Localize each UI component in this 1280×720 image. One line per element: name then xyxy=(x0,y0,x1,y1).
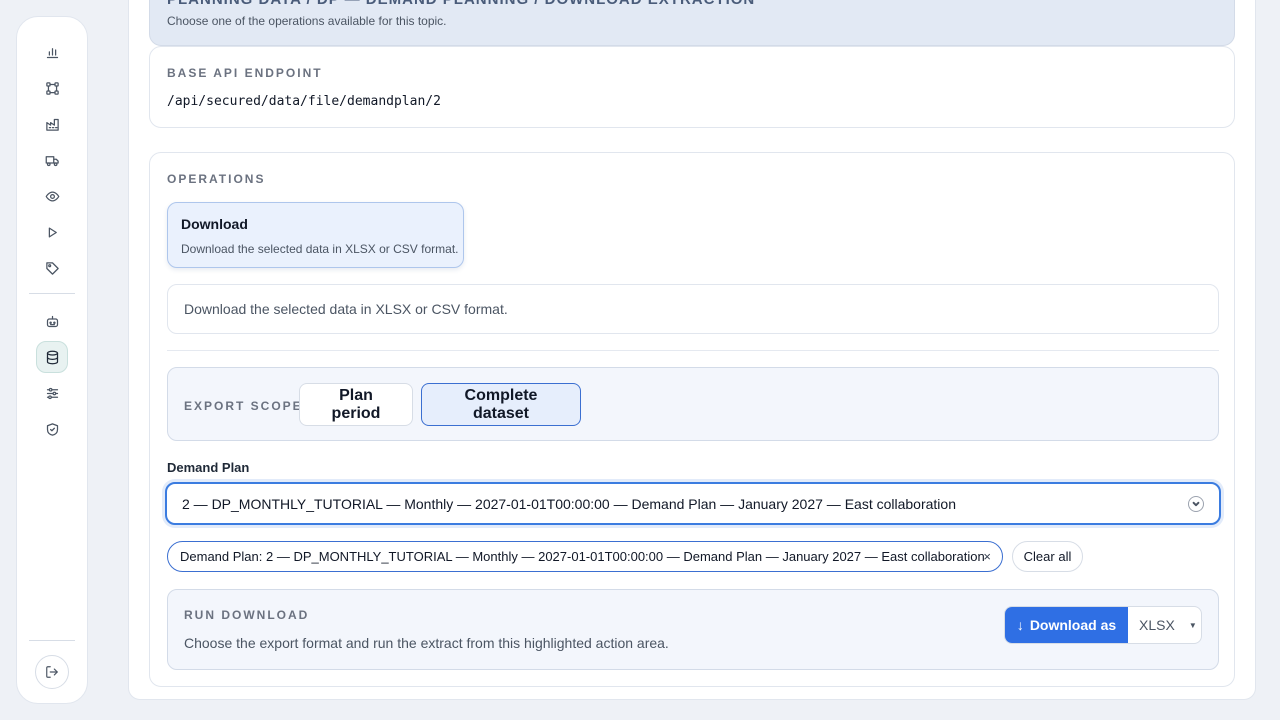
run-download-box: Run download Choose the export format an… xyxy=(167,589,1219,670)
format-value: XLSX xyxy=(1139,617,1175,633)
page-subtitle: Choose one of the operations available f… xyxy=(167,14,447,28)
truck-icon[interactable] xyxy=(36,144,68,176)
demand-plan-label: Demand Plan xyxy=(167,460,250,475)
operations-card: Operations Download Download the selecte… xyxy=(149,152,1235,687)
sliders-icon[interactable] xyxy=(36,377,68,409)
scope-complete-dataset-button[interactable]: Complete dataset xyxy=(421,383,581,426)
endpoint-value: /api/secured/data/file/demandplan/2 xyxy=(167,94,441,109)
operation-description-box: Download the selected data in XLSX or CS… xyxy=(167,284,1219,334)
sidebar-divider xyxy=(29,293,75,294)
download-button-group: ↓ Download as XLSX ▼ xyxy=(1004,606,1202,644)
run-download-label: Run download xyxy=(184,608,310,622)
logout-icon[interactable] xyxy=(35,655,69,689)
topic-header: PLANNING DATA / DP — DEMAND PLANNING / D… xyxy=(149,0,1235,46)
close-icon[interactable]: × xyxy=(983,549,991,564)
robot-icon[interactable] xyxy=(36,305,68,337)
download-as-button[interactable]: ↓ Download as xyxy=(1005,607,1128,643)
scope-plan-period-button[interactable]: Plan period xyxy=(299,383,413,426)
eye-icon[interactable] xyxy=(36,180,68,212)
play-icon[interactable] xyxy=(36,216,68,248)
sidebar-divider xyxy=(29,640,75,641)
operations-label: Operations xyxy=(167,172,266,186)
database-icon[interactable] xyxy=(36,341,68,373)
sidebar xyxy=(16,16,88,704)
network-icon[interactable] xyxy=(36,72,68,104)
caret-down-icon: ▼ xyxy=(1188,620,1197,630)
operation-download-tile[interactable]: Download Download the selected data in X… xyxy=(167,202,464,268)
page-title: PLANNING DATA / DP — DEMAND PLANNING / D… xyxy=(167,0,755,8)
clear-all-button[interactable]: Clear all xyxy=(1012,541,1083,572)
demand-plan-select-value: 2 — DP_MONTHLY_TUTORIAL — Monthly — 2027… xyxy=(182,496,956,512)
tag-icon[interactable] xyxy=(36,252,68,284)
shield-icon[interactable] xyxy=(36,413,68,445)
export-scope-box: Export scope Plan period Complete datase… xyxy=(167,367,1219,441)
endpoint-card: Base API endpoint /api/secured/data/file… xyxy=(149,46,1235,128)
operation-title: Download xyxy=(181,216,248,232)
demand-plan-chip-label: Demand Plan: 2 — DP_MONTHLY_TUTORIAL — M… xyxy=(180,549,985,564)
run-download-description: Choose the export format and run the ext… xyxy=(184,635,669,651)
download-as-label: Download as xyxy=(1029,617,1117,633)
section-divider xyxy=(167,350,1219,351)
demand-plan-chip: Demand Plan: 2 — DP_MONTHLY_TUTORIAL — M… xyxy=(167,541,1003,572)
operation-description: Download the selected data in XLSX or CS… xyxy=(181,242,459,256)
export-scope-label: Export scope xyxy=(184,399,303,413)
format-select[interactable]: XLSX ▼ xyxy=(1128,607,1201,643)
demand-plan-select[interactable]: 2 — DP_MONTHLY_TUTORIAL — Monthly — 2027… xyxy=(165,482,1221,525)
endpoint-label: Base API endpoint xyxy=(167,66,323,80)
bar-chart-icon[interactable] xyxy=(36,36,68,68)
chevron-down-icon xyxy=(1188,496,1204,512)
operation-description-text: Download the selected data in XLSX or CS… xyxy=(184,301,508,317)
download-arrow-icon: ↓ xyxy=(1016,617,1024,633)
factory-icon[interactable] xyxy=(36,108,68,140)
